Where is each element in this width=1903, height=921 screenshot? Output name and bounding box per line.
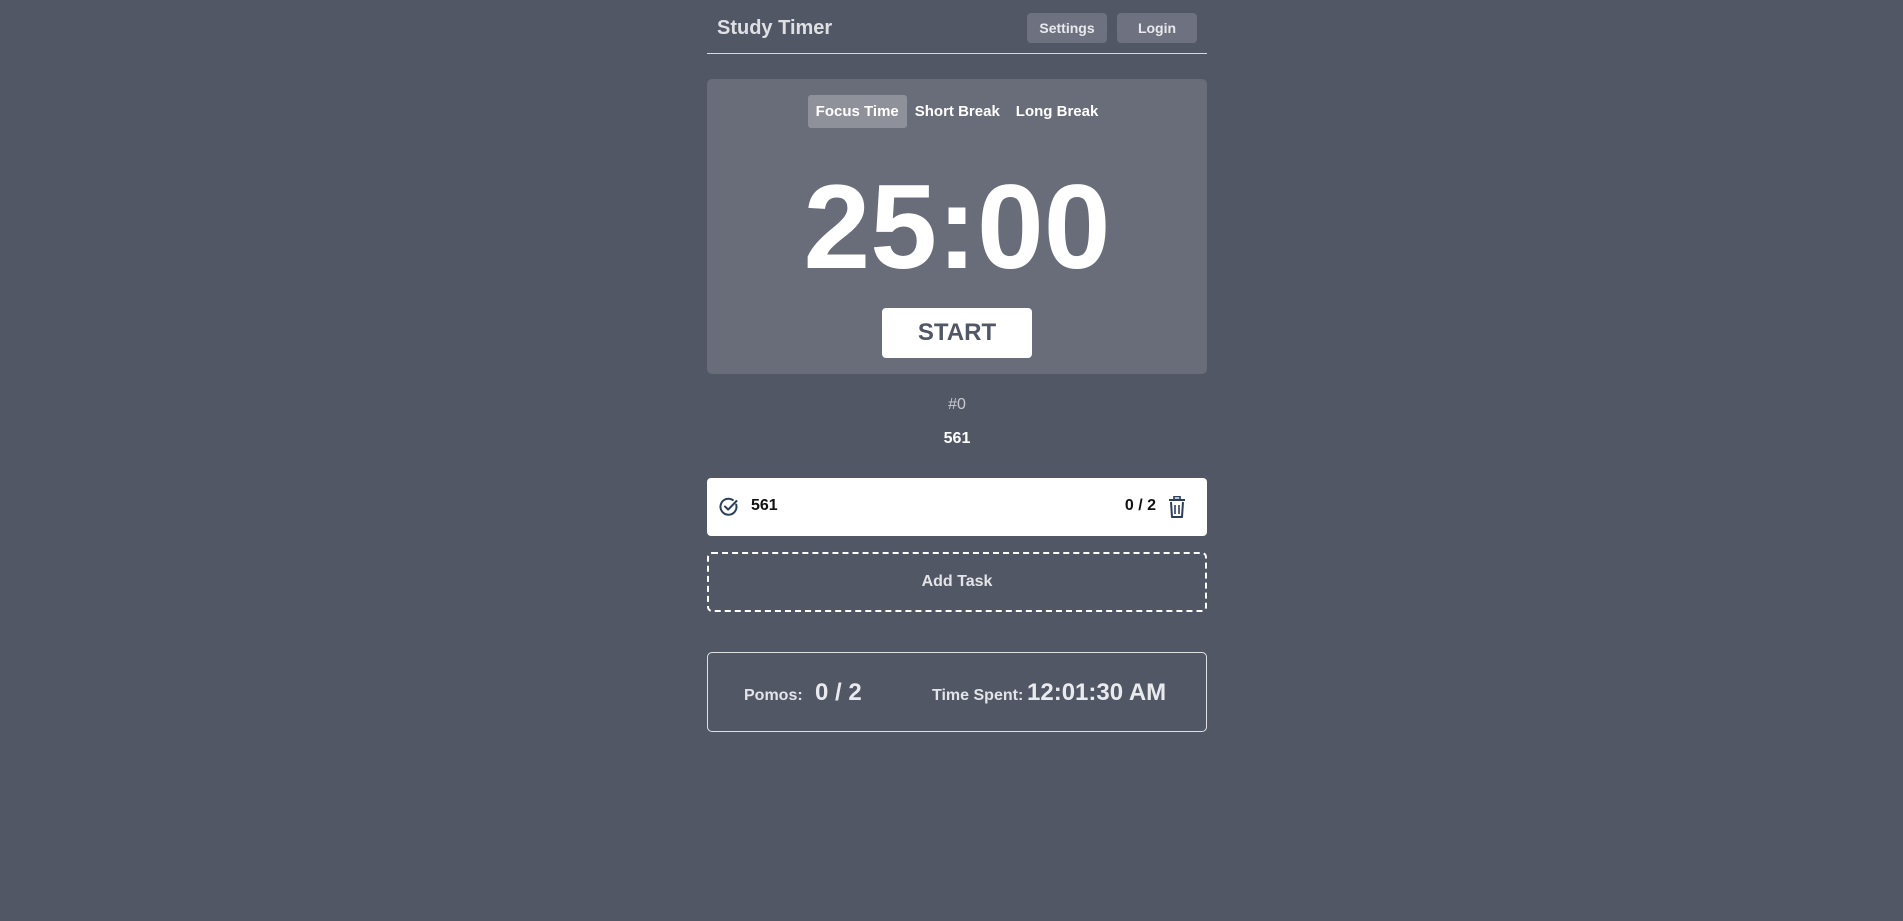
login-button[interactable]: Login <box>1117 13 1197 43</box>
tab-long-break[interactable]: Long Break <box>1008 95 1107 128</box>
time-spent-value: 12:01:30 AM <box>1027 679 1167 706</box>
task-name: 561 <box>751 497 778 514</box>
start-button[interactable]: START <box>882 308 1032 358</box>
task-pomo-count: 0 / 2 <box>1124 497 1156 514</box>
stats-panel: Pomos: 0 / 2 Time Spent: 12:01:30 AM <box>707 652 1207 732</box>
mode-tabs: Focus Time Short Break Long Break <box>707 95 1207 128</box>
task-item[interactable]: 561 0 / 2 <box>707 478 1207 536</box>
timer-display: 25:00 <box>803 160 1111 294</box>
settings-button[interactable]: Settings <box>1027 13 1107 43</box>
tab-short-break[interactable]: Short Break <box>907 95 1008 128</box>
tab-focus-time[interactable]: Focus Time <box>807 95 907 128</box>
trash-icon[interactable] <box>1167 495 1187 518</box>
header: Study Timer Settings Login <box>707 0 1207 54</box>
pomos-value: 0 / 2 <box>815 679 862 706</box>
app-container: Study Timer Settings Login Focus Time Sho… <box>707 0 1207 732</box>
session-number: #0 <box>948 396 966 413</box>
time-spent-label: Time Spent: <box>932 687 1024 704</box>
add-task-button[interactable]: Add Task <box>707 552 1207 612</box>
timer-card: Focus Time Short Break Long Break 25:00 ST… <box>707 79 1207 374</box>
app-title: Study Timer <box>717 17 833 39</box>
current-task-label: 561 <box>943 430 971 447</box>
pomos-label: Pomos: <box>744 687 803 704</box>
check-circle-icon[interactable] <box>719 497 739 517</box>
